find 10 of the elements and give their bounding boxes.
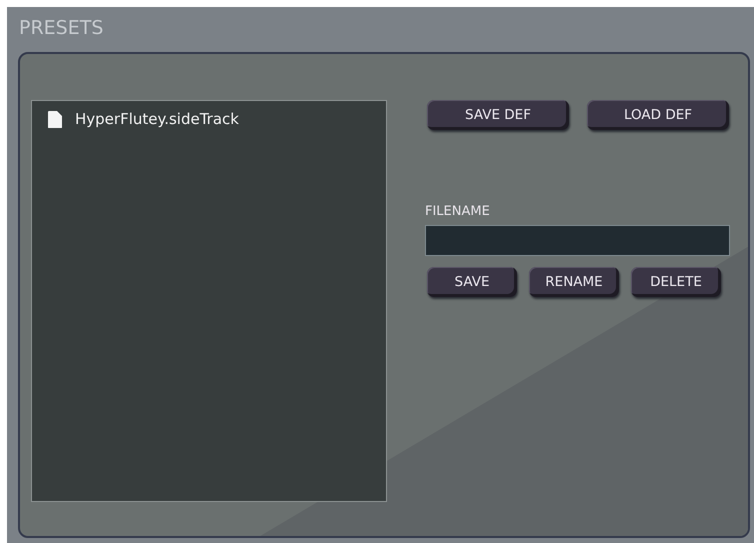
file-name[interactable]: HyperFlutey.sideTrack xyxy=(75,110,239,128)
filename-field[interactable] xyxy=(425,225,730,256)
preset-button[interactable]: LOAD DEF xyxy=(587,100,729,130)
file-button[interactable]: SAVE xyxy=(427,267,517,297)
file-icon xyxy=(48,110,62,128)
file-button[interactable]: DELETE xyxy=(631,267,721,297)
preset-button[interactable]: SAVE DEF xyxy=(427,100,569,130)
filename-label: FILENAME xyxy=(425,204,491,219)
file-button[interactable]: RENAME xyxy=(529,267,619,297)
panel-title: PRESETS xyxy=(19,17,104,41)
